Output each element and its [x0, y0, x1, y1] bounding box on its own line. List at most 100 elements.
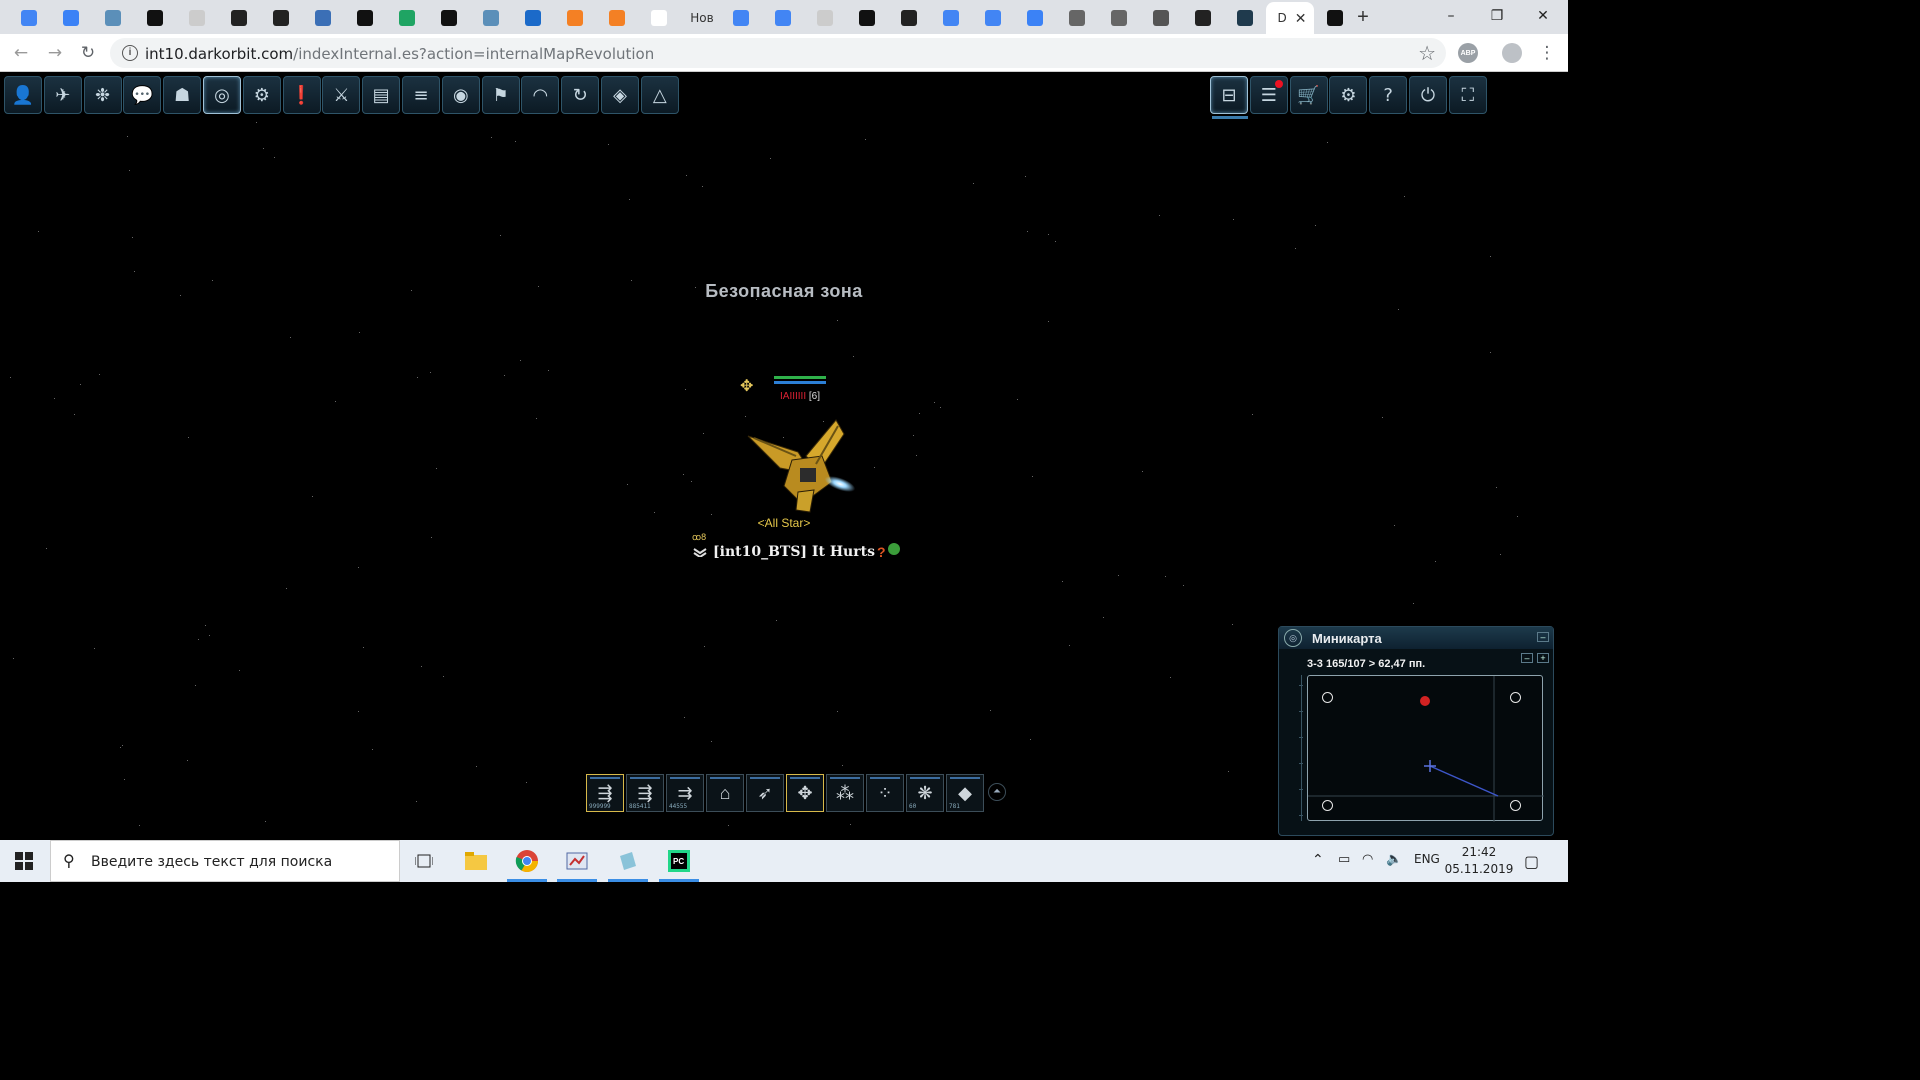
list-icon[interactable]: ≡: [402, 76, 440, 114]
browser-tab[interactable]: [1314, 4, 1356, 32]
taskbar-search-input[interactable]: ⚲ Введите здесь текст для поиска: [50, 840, 400, 882]
log-icon[interactable]: ▤: [362, 76, 401, 114]
minimap-zoom-in-button[interactable]: +: [1537, 653, 1549, 663]
browser-tab[interactable]: [176, 4, 218, 32]
action-slot[interactable]: ⁂: [826, 774, 864, 812]
visual-studio-app[interactable]: [553, 840, 601, 882]
browser-tab[interactable]: [1224, 4, 1266, 32]
game-viewport[interactable]: 👤 ✈ ❉ 💬 ☗ ◎ ⚙ ❗ ⚔ ▤ ≡ ◉ ⚑ ◠ ↻ ◈ △ ⊟ ☰ 🛒 ⚙? ⏻ ⛶ Безопасная зон…: [0, 72, 1568, 840]
browser-tab[interactable]: [134, 4, 176, 32]
browser-tab[interactable]: [302, 4, 344, 32]
browser-tab[interactable]: [762, 4, 804, 32]
reload-icon[interactable]: ↻: [77, 42, 99, 64]
address-bar[interactable]: i int10.darkorbit.com/indexInternal.es?a…: [110, 38, 1446, 68]
cart-icon[interactable]: 🛒: [1289, 76, 1328, 114]
browser-tab[interactable]: [50, 4, 92, 32]
action-slot[interactable]: ❋ 60: [906, 774, 944, 812]
chat-icon[interactable]: 💬: [123, 76, 162, 114]
browser-tab[interactable]: [930, 4, 972, 32]
browser-tab[interactable]: [344, 4, 386, 32]
browser-tab[interactable]: [386, 4, 428, 32]
portal-icon[interactable]: [1322, 692, 1333, 703]
new-tab-button[interactable]: +: [1352, 6, 1374, 28]
browser-tab[interactable]: [218, 4, 260, 32]
browser-tab[interactable]: [428, 4, 470, 32]
browser-tab[interactable]: [596, 4, 638, 32]
minimap-zoom-out-button[interactable]: –: [1521, 653, 1533, 663]
portal-icon[interactable]: [1510, 692, 1521, 703]
volume-icon[interactable]: 🔈: [1386, 852, 1402, 867]
bookmark-star-icon[interactable]: ☆: [1418, 41, 1436, 66]
refresh-icon[interactable]: ↻: [561, 76, 600, 114]
portal-icon[interactable]: [1322, 800, 1333, 811]
browser-tab[interactable]: [554, 4, 596, 32]
windows-start-button[interactable]: [0, 840, 48, 882]
browser-tab[interactable]: [846, 4, 888, 32]
action-slot[interactable]: ⌂: [706, 774, 744, 812]
clan-icon[interactable]: ⚑: [481, 76, 520, 114]
browser-tab[interactable]: [1182, 4, 1224, 32]
browser-tab[interactable]: D ✕: [1266, 2, 1314, 34]
pycharm-app[interactable]: PC: [655, 840, 703, 882]
browser-tab[interactable]: [1140, 4, 1182, 32]
location-icon[interactable]: ◉: [441, 76, 480, 114]
browser-tab[interactable]: Нов: [680, 4, 720, 32]
browser-tab[interactable]: [260, 4, 302, 32]
window-icon[interactable]: ⊟: [1210, 76, 1248, 114]
ship-icon[interactable]: ✈: [43, 76, 82, 114]
triangle-icon[interactable]: △: [640, 76, 679, 114]
back-icon[interactable]: ←: [10, 42, 32, 64]
browser-tab[interactable]: [1056, 4, 1098, 32]
settings-icon[interactable]: ⚙: [1329, 76, 1368, 114]
power-icon[interactable]: ⏻: [1409, 76, 1447, 114]
action-slot[interactable]: ⇶ 885411: [626, 774, 664, 812]
minimap-field[interactable]: [1307, 675, 1544, 822]
close-tab-icon[interactable]: ✕: [1295, 10, 1307, 27]
player-ship[interactable]: [740, 412, 860, 522]
battery-icon[interactable]: ▭: [1338, 852, 1350, 867]
action-slot[interactable]: ◆ 781: [946, 774, 984, 812]
task-view-button[interactable]: [400, 840, 448, 882]
file-explorer-app[interactable]: [452, 840, 500, 882]
speed-icon[interactable]: ◠: [521, 76, 560, 114]
minimap-minimize-button[interactable]: –: [1537, 632, 1549, 642]
browser-tab[interactable]: [638, 4, 680, 32]
pet-icon[interactable]: ⚙: [242, 76, 281, 114]
browser-tab[interactable]: [1098, 4, 1140, 32]
forward-icon[interactable]: →: [44, 42, 66, 64]
help-icon[interactable]: ?: [1369, 76, 1408, 114]
fullscreen-icon[interactable]: ⛶: [1448, 76, 1487, 114]
wifi-icon[interactable]: ◠: [1362, 852, 1373, 867]
user-icon[interactable]: 👤: [4, 76, 42, 114]
action-slot[interactable]: ➶: [746, 774, 784, 812]
browser-tab[interactable]: [720, 4, 762, 32]
action-bar-expand-button[interactable]: ⏶: [988, 783, 1006, 801]
browser-tab[interactable]: [888, 4, 930, 32]
browser-tab[interactable]: [8, 4, 50, 32]
document-app[interactable]: [604, 840, 652, 882]
url-text[interactable]: int10.darkorbit.com/indexInternal.es?act…: [145, 45, 654, 63]
quest-icon[interactable]: ❗: [282, 76, 321, 114]
action-center-icon[interactable]: ▢: [1524, 852, 1539, 871]
action-slot[interactable]: ⇶ 999999: [586, 774, 624, 812]
mask-icon[interactable]: ◈: [601, 76, 639, 114]
minimap-header[interactable]: ◎ Миникарта –: [1279, 627, 1553, 649]
chrome-app[interactable]: [503, 840, 551, 882]
browser-tab[interactable]: [1014, 4, 1056, 32]
weapon-icon[interactable]: ⚔: [322, 76, 361, 114]
maximize-button[interactable]: ❐: [1474, 0, 1520, 32]
group-icon[interactable]: ☗: [163, 76, 202, 114]
action-slot[interactable]: ✥: [786, 774, 824, 812]
browser-tab[interactable]: [972, 4, 1014, 32]
adblock-extension-icon[interactable]: ABP: [1458, 43, 1478, 63]
browser-tab[interactable]: [512, 4, 554, 32]
portal-icon[interactable]: [1510, 800, 1521, 811]
action-slot[interactable]: ⁘: [866, 774, 904, 812]
action-slot[interactable]: ⇉ 44555: [666, 774, 704, 812]
profile-avatar[interactable]: [1502, 43, 1522, 63]
close-window-button[interactable]: ✕: [1520, 0, 1566, 32]
browser-tab[interactable]: [804, 4, 846, 32]
tray-expand-icon[interactable]: ⌃: [1312, 852, 1324, 868]
minimize-button[interactable]: –: [1428, 0, 1474, 32]
language-indicator[interactable]: ENG: [1414, 852, 1440, 866]
